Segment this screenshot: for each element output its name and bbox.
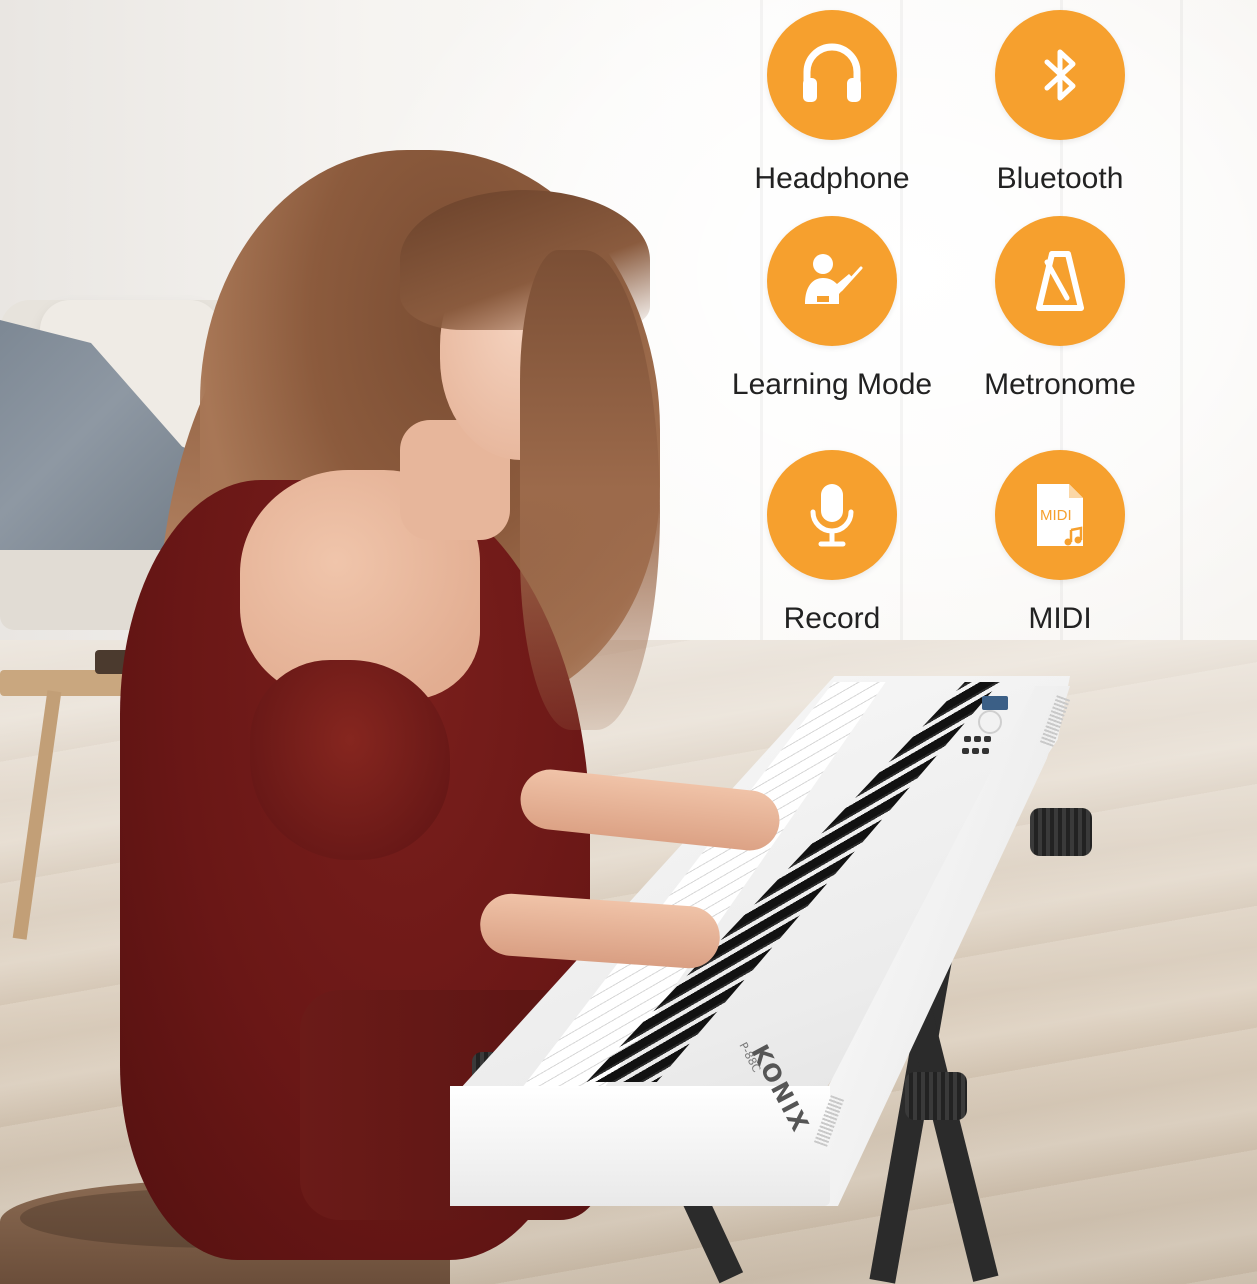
feature-grid: Headphone Bluetooth Learning Mode Metron… [700,0,1257,640]
lcd-screen [982,696,1008,710]
panel-button [962,748,969,754]
bluetooth-icon [995,10,1125,140]
metronome-icon [995,216,1125,346]
teacher-icon [767,216,897,346]
feature-bluetooth: Bluetooth [930,10,1190,196]
feature-learning-mode: Learning Mode [702,216,962,402]
midi-file-icon: MIDI [995,450,1125,580]
svg-text:MIDI: MIDI [1040,507,1072,524]
feature-metronome: Metronome [930,216,1190,402]
panel-button [984,736,991,742]
feature-label: MIDI [1028,602,1092,635]
feature-midi: MIDI MIDI [930,450,1190,636]
control-panel [960,696,1020,776]
volume-dial-icon [978,710,1002,734]
microphone-icon [767,450,897,580]
feature-label: Metronome [984,368,1136,401]
panel-button [974,736,981,742]
feature-label: Headphone [754,162,910,195]
feature-label: Bluetooth [996,162,1124,195]
feature-headphone: Headphone [702,10,962,196]
panel-button [982,748,989,754]
sleeve [250,660,450,860]
panel-button [964,736,971,742]
feature-label: Learning Mode [731,368,933,401]
panel-button [972,748,979,754]
feature-label: Record [783,602,881,635]
headphone-icon [767,10,897,140]
feature-record: Record [702,450,962,636]
